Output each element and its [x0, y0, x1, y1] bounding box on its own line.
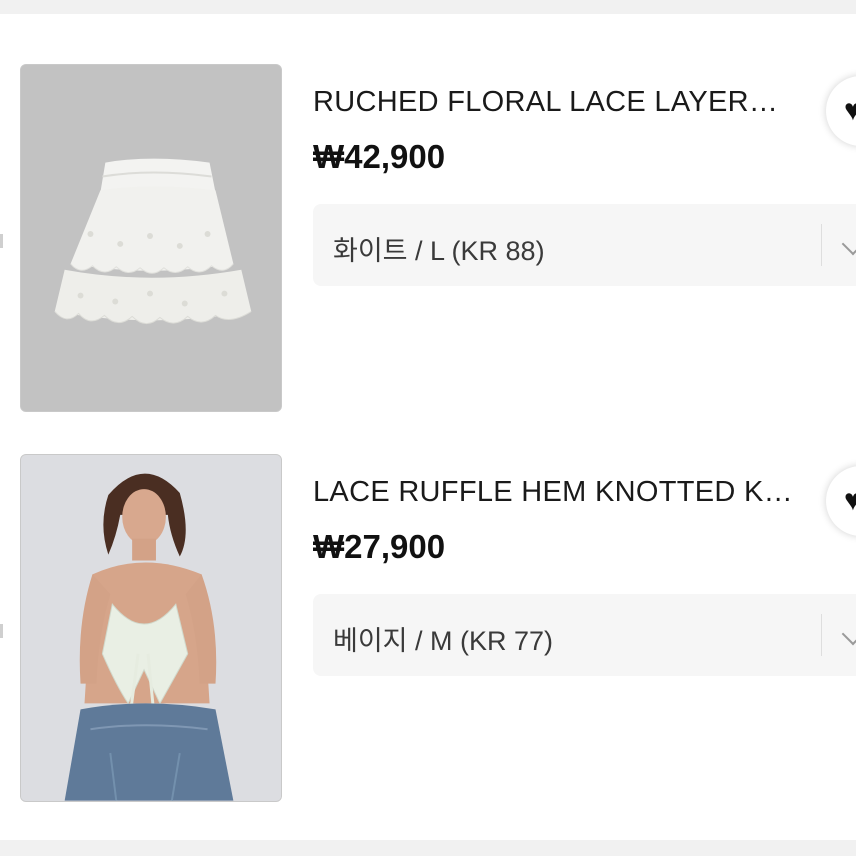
like-button[interactable]: ♥ [826, 76, 856, 146]
product-price: ₩27,900 [313, 528, 446, 565]
product-image[interactable] [20, 454, 282, 802]
product-price: ₩42,900 [313, 138, 446, 175]
cart-item: LACE RUFFLE HEM KNOTTED K… ₩27,900 베이지 /… [0, 454, 856, 804]
option-divider [821, 614, 822, 656]
chevron-down-icon [841, 232, 856, 256]
cart-list: RUCHED FLORAL LACE LAYER… ₩42,900 화이트 / … [0, 14, 856, 840]
like-button[interactable]: ♥ [826, 466, 856, 536]
option-divider [821, 224, 822, 266]
product-title[interactable]: RUCHED FLORAL LACE LAYER… [313, 86, 793, 119]
product-title[interactable]: LACE RUFFLE HEM KNOTTED K… [313, 476, 793, 509]
cart-item: RUCHED FLORAL LACE LAYER… ₩42,900 화이트 / … [0, 64, 856, 414]
skirt-illustration [21, 65, 281, 411]
option-selector[interactable]: 베이지 / M (KR 77) [313, 594, 856, 676]
heart-icon: ♥ [844, 484, 856, 517]
heart-icon: ♥ [844, 94, 856, 127]
item-edge-marker [0, 624, 3, 638]
item-edge-marker [0, 234, 3, 248]
product-image[interactable] [20, 64, 282, 412]
chevron-down-icon [841, 622, 856, 646]
option-selector[interactable]: 화이트 / L (KR 88) [313, 204, 856, 286]
model-illustration [21, 455, 281, 801]
option-value: 베이지 / M (KR 77) [333, 626, 554, 656]
option-value: 화이트 / L (KR 88) [333, 236, 545, 266]
